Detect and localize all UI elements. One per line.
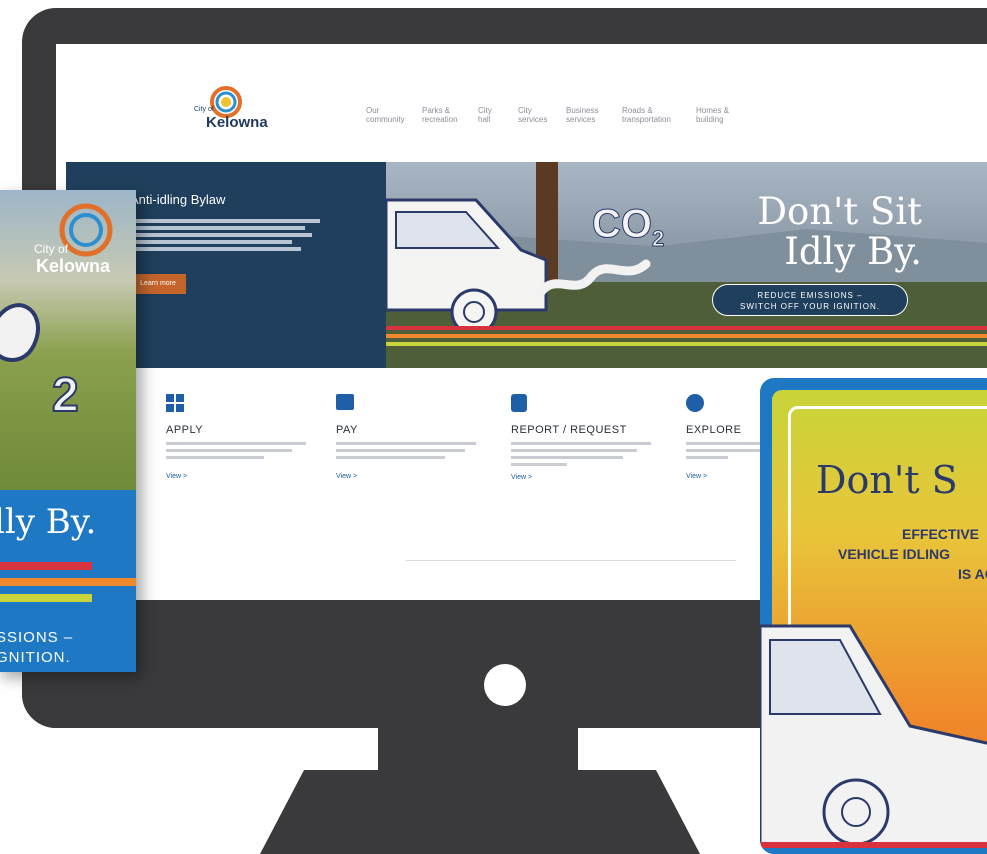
poster-left-co2-sub: 2	[51, 368, 80, 423]
badge-line-1: REDUCE EMISSIONS –	[757, 291, 863, 300]
exhaust-cloud-icon	[536, 259, 651, 297]
apply-icon	[166, 394, 184, 412]
main-nav: Our community Parks & recreation City ha…	[366, 106, 740, 124]
nav-city-services[interactable]: City services	[518, 106, 554, 124]
badge-line-2: SWITCH OFF YOUR IGNITION.	[740, 302, 880, 311]
hero-body-lines	[130, 216, 320, 254]
card-apply[interactable]: APPLY View >	[166, 394, 306, 480]
nav-parks-recreation[interactable]: Parks & recreation	[422, 106, 466, 124]
poster-right-title: Don't S	[816, 458, 958, 502]
poster-car-sketch-icon	[760, 624, 987, 854]
card-report[interactable]: REPORT / REQUEST View >	[511, 394, 651, 481]
poster-right-line-3: IS AC	[958, 566, 987, 582]
card-apply-title: APPLY	[166, 424, 204, 436]
card-report-text	[511, 442, 651, 466]
monitor-stand-base	[260, 770, 700, 854]
poster-left: City of Kelowna 2 lly By. SSIONS – GNITI…	[0, 190, 136, 672]
poster-right-line-2: VEHICLE IDLING	[838, 546, 951, 562]
nav-our-community[interactable]: Our community	[366, 106, 410, 124]
hero-cta-button[interactable]: Learn more	[130, 274, 186, 294]
poster-right: Don't S EFFECTIVE VEHICLE IDLING IS AC	[760, 378, 987, 854]
poster-left-bottom-line-1: SSIONS –	[0, 629, 74, 646]
poster-left-stripes	[0, 562, 136, 602]
monitor-stand-neck	[378, 720, 578, 776]
poster-right-text: EFFECTIVE VEHICLE IDLING IS AC	[838, 524, 987, 584]
poster-left-bottom-line-2: GNITION.	[0, 649, 71, 666]
nav-business-services[interactable]: Business services	[566, 106, 610, 124]
hero-badge: REDUCE EMISSIONS – SWITCH OFF YOUR IGNIT…	[712, 284, 908, 316]
hero-slogan: Don't Sit Idly By.	[736, 192, 922, 272]
card-pay[interactable]: PAY View >	[336, 394, 476, 480]
co2-text: CO2	[592, 202, 665, 252]
report-icon	[511, 394, 527, 412]
slogan-line-2: Idly By.	[784, 230, 922, 273]
card-report-title: REPORT / REQUEST	[511, 424, 627, 436]
logo-small-text: City of	[194, 106, 214, 113]
poster-left-slogan: lly By.	[0, 502, 97, 542]
logo-name: Kelowna	[206, 114, 268, 131]
poster-left-small: City of	[34, 242, 69, 256]
card-pay-text	[336, 442, 476, 459]
credit-card-icon	[336, 394, 354, 410]
car-sketch-icon	[386, 198, 548, 330]
nav-roads-transportation[interactable]: Roads & transportation	[622, 106, 684, 124]
slogan-line-1: Don't Sit	[757, 190, 922, 233]
card-pay-title: PAY	[336, 424, 358, 436]
card-report-link[interactable]: View >	[511, 474, 651, 481]
card-apply-link[interactable]: View >	[166, 473, 306, 480]
city-logo[interactable]: City of Kelowna	[194, 84, 268, 134]
poster-left-name: Kelowna	[36, 256, 111, 276]
card-pay-link[interactable]: View >	[336, 473, 476, 480]
hero-stripes	[386, 326, 987, 346]
compass-icon	[686, 394, 704, 412]
nav-city-hall[interactable]: City hall	[478, 106, 506, 124]
poster-right-line-1: EFFECTIVE	[902, 526, 980, 542]
hero-banner-image[interactable]: CO2 Don't Sit Idly By. REDUCE EMISSIONS …	[386, 162, 987, 368]
poster-left-bottom: SSIONS – GNITION.	[0, 628, 73, 668]
monitor-logo	[484, 664, 526, 706]
hero-title: Anti-idling Bylaw	[130, 192, 226, 207]
nav-homes-building[interactable]: Homes & building	[696, 106, 740, 124]
card-apply-text	[166, 442, 306, 459]
